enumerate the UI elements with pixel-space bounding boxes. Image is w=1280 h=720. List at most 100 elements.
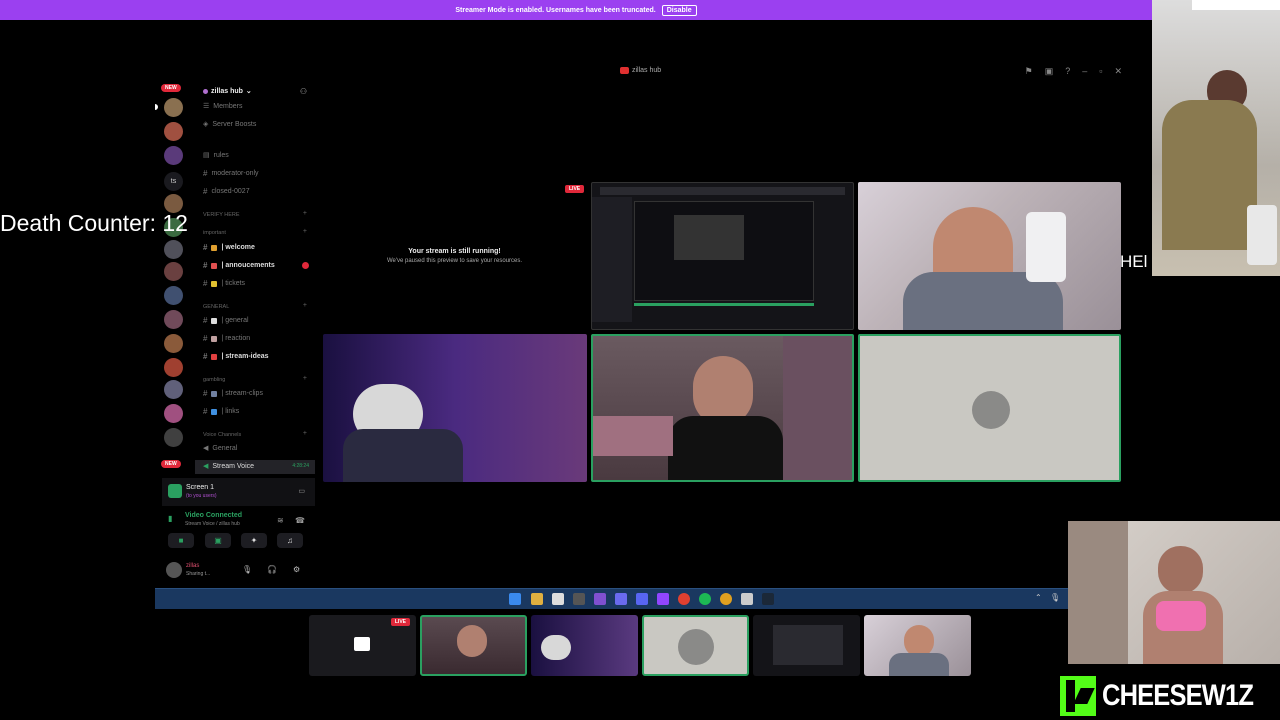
channel-members[interactable]: ☰ Members — [203, 102, 242, 111]
browser-tab-bar — [600, 187, 845, 195]
server-name-header[interactable]: zillas hub ⌄ — [203, 87, 252, 95]
server-avatar[interactable] — [164, 404, 183, 423]
windows-start-icon[interactable] — [509, 593, 521, 605]
doorway — [1068, 521, 1128, 664]
channel-stream-ideas[interactable]: # | stream-ideas — [203, 352, 269, 361]
category-important[interactable]: important — [203, 230, 226, 236]
category-general[interactable]: GENERAL — [203, 304, 229, 310]
app-icon[interactable] — [552, 593, 564, 605]
chair — [1026, 212, 1066, 282]
server-avatar[interactable] — [164, 358, 183, 377]
app-icon[interactable] — [741, 593, 753, 605]
popout-icon[interactable]: ▭ — [298, 487, 305, 495]
streamer-mode-banner: Streamer Mode is enabled. Usernames have… — [0, 0, 1152, 20]
screen-share-button[interactable]: ▣ — [205, 533, 231, 548]
steam-icon[interactable] — [762, 593, 774, 605]
channel-server-boosts[interactable]: ◈ Server Boosts — [203, 120, 256, 129]
server-icon — [620, 67, 629, 74]
server-avatar[interactable] — [164, 286, 183, 305]
add-channel-icon[interactable]: + — [303, 210, 307, 217]
person-hat — [541, 635, 571, 660]
disable-streamer-mode-button[interactable]: Disable — [661, 4, 697, 16]
chevron-up-icon[interactable]: ⌃ — [1035, 593, 1042, 602]
thumbnail-screen-share[interactable]: LIVE — [309, 615, 416, 676]
webcam-tile-user-2[interactable] — [858, 182, 1121, 330]
screen-share-panel[interactable]: Screen 1 (to you users) ▭ — [162, 478, 315, 506]
channel-moderator-only[interactable]: # moderator-only — [203, 169, 259, 178]
soundboard-button[interactable]: ♫ — [277, 533, 303, 548]
screen-icon[interactable]: ▣ — [1045, 66, 1054, 77]
app-icon[interactable] — [573, 593, 585, 605]
server-avatar[interactable] — [164, 428, 183, 447]
voice-channel-stream-voice[interactable]: ◀ Stream Voice 4:28:24 — [195, 460, 315, 474]
spotify-icon[interactable] — [699, 593, 711, 605]
server-avatar[interactable] — [164, 380, 183, 399]
minimize-button[interactable]: – — [1082, 66, 1087, 77]
channel-links[interactable]: # | links — [203, 407, 239, 416]
webcam-tile-user-4-speaking[interactable] — [591, 334, 854, 482]
add-channel-icon[interactable]: + — [303, 430, 307, 437]
add-channel-icon[interactable]: + — [303, 375, 307, 382]
headphones-icon[interactable]: 🎧 — [267, 565, 277, 574]
thumbnail-user-3[interactable] — [531, 615, 638, 676]
channel-welcome[interactable]: # | welcome — [203, 243, 255, 252]
server-avatar[interactable] — [164, 98, 183, 117]
avatar[interactable] — [166, 562, 182, 578]
avatar-tile-user-5[interactable] — [858, 334, 1121, 482]
channel-rules[interactable]: ▤ rules — [203, 151, 229, 160]
channel-tickets[interactable]: # | tickets — [203, 279, 245, 288]
close-button[interactable]: ✕ — [1114, 66, 1122, 77]
add-channel-icon[interactable]: + — [303, 228, 307, 235]
chrome-icon[interactable] — [720, 593, 732, 605]
camera-button[interactable]: ■ — [168, 533, 194, 548]
add-channel-icon[interactable]: + — [303, 302, 307, 309]
wall-panel — [783, 336, 852, 480]
app-icon[interactable] — [594, 593, 606, 605]
invite-icon[interactable]: ⚇ — [300, 87, 307, 96]
microphone-icon[interactable]: 🎙 — [242, 565, 252, 574]
app-icon[interactable] — [657, 593, 669, 605]
flag-icon[interactable]: ⚑ — [1025, 66, 1033, 77]
voice-status-subtitle: Stream Voice / zillas hub — [185, 521, 240, 527]
microphone-icon[interactable]: 🎙 — [1050, 593, 1060, 602]
server-avatar[interactable] — [164, 310, 183, 329]
discord-icon[interactable] — [636, 593, 648, 605]
server-avatar[interactable] — [164, 146, 183, 165]
category-voice[interactable]: Voice Channels — [203, 432, 241, 438]
gear-icon[interactable]: ⚙ — [293, 565, 300, 574]
channel-closed[interactable]: # closed-0027 — [203, 187, 250, 196]
disconnect-icon[interactable]: ☎ — [295, 516, 305, 525]
server-avatar[interactable] — [164, 240, 183, 259]
thumbnail-user-5[interactable] — [642, 615, 749, 676]
channel-announcements[interactable]: # | annoucements — [203, 261, 275, 270]
voice-timer: 4:28:24 — [292, 463, 309, 469]
channel-stream-clips[interactable]: # | stream-clips — [203, 389, 263, 398]
webcam-tile-user-3[interactable] — [323, 334, 587, 482]
noise-suppression-icon[interactable]: ≋ — [277, 516, 284, 525]
channel-general[interactable]: # | general — [203, 316, 249, 325]
username: zillas — [186, 563, 200, 569]
server-avatar-text[interactable]: ts — [164, 172, 183, 191]
maximize-button[interactable]: ▫ — [1099, 66, 1102, 77]
thumbnail-user-2[interactable] — [864, 615, 971, 676]
paused-title: Your stream is still running! — [408, 248, 501, 255]
app-icon[interactable] — [615, 593, 627, 605]
boost-icon: ◈ — [203, 121, 209, 128]
person-hoodie — [1162, 100, 1257, 250]
server-avatar[interactable] — [164, 334, 183, 353]
category-gambling[interactable]: gambling — [203, 377, 225, 383]
voice-channel-general[interactable]: ◀ General — [203, 444, 237, 453]
thumbnail-user-4[interactable] — [420, 615, 527, 676]
chevron-down-icon: ⌄ — [245, 88, 252, 95]
nested-window — [773, 625, 843, 665]
app-icon[interactable] — [678, 593, 690, 605]
channel-reaction[interactable]: # | reaction — [203, 334, 250, 343]
thumbnail-browser[interactable] — [753, 615, 860, 676]
server-avatar[interactable] — [164, 262, 183, 281]
server-avatar[interactable] — [164, 122, 183, 141]
screen-share-tile[interactable] — [591, 182, 854, 330]
activities-button[interactable]: ✦ — [241, 533, 267, 548]
help-icon[interactable]: ? — [1065, 66, 1070, 77]
file-explorer-icon[interactable] — [531, 593, 543, 605]
category-verify[interactable]: VERIFY HERE — [203, 212, 240, 218]
